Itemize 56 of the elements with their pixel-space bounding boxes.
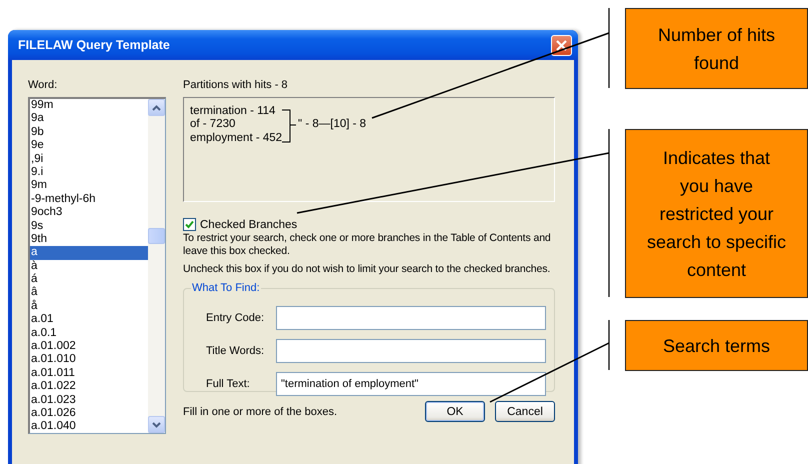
word-list-item[interactable]: 9och3 xyxy=(30,206,148,220)
close-icon xyxy=(555,38,568,52)
field-label: Entry Code: xyxy=(205,312,266,324)
word-list-item[interactable]: 9th xyxy=(30,232,148,246)
dialog-button[interactable]: Cancel xyxy=(495,401,555,422)
word-list-item[interactable]: 9s xyxy=(30,220,148,233)
callout-box: Number of hits found xyxy=(625,8,808,89)
help-text: To restrict your search, check one or more branches in the Table of Contents and leave this box checked. xyxy=(183,232,552,258)
checked-branches-label: Checked Branches xyxy=(200,218,298,230)
word-list-item[interactable]: â xyxy=(30,286,148,300)
group-title: What To Find: xyxy=(191,282,261,294)
field-label: Title Words: xyxy=(205,344,266,356)
search-term-count: of - 7230 xyxy=(190,118,236,132)
word-list-item[interactable]: 9b xyxy=(30,126,148,140)
partitions-label: Partitions with hits - 8 xyxy=(183,79,289,91)
word-list-item[interactable]: å xyxy=(30,300,148,314)
word-list-item[interactable]: a.01.010 xyxy=(30,353,148,367)
word-list-item[interactable]: a.01.040 xyxy=(30,420,148,433)
word-list-item[interactable]: 9m xyxy=(30,179,148,193)
word-label: Word: xyxy=(28,79,58,91)
word-list-item[interactable]: -9-methyl-6h xyxy=(30,192,148,206)
help-text: Uncheck this box if you do not wish to limit your search to the checked branches. xyxy=(183,263,552,276)
word-list-item[interactable]: a xyxy=(30,246,148,260)
callout-box: Indicates that you have restricted your search to specific content xyxy=(625,129,808,298)
word-list-item[interactable]: 9e xyxy=(30,139,148,153)
hits-result: " - 8—[10] - 8 xyxy=(298,118,366,130)
text-field[interactable] xyxy=(276,338,546,362)
word-list-item[interactable]: a.01.022 xyxy=(30,380,148,394)
text-field[interactable]: "termination of employment" xyxy=(276,372,546,396)
footer-hint: Fill in one or more of the boxes. xyxy=(183,406,338,418)
word-list-item[interactable]: ,9i xyxy=(30,152,148,166)
merge-bracket-icon xyxy=(282,109,298,143)
word-list-item[interactable]: a.0.1 xyxy=(30,326,148,340)
scroll-down-button[interactable] xyxy=(148,416,165,433)
word-list-item[interactable]: a.01 xyxy=(30,313,148,327)
dialog-button[interactable]: OK xyxy=(425,401,485,422)
scroll-up-button[interactable] xyxy=(148,99,165,116)
word-list-item[interactable]: a.01.011 xyxy=(30,366,148,380)
word-list-item[interactable]: á xyxy=(30,273,148,286)
word-list-item[interactable]: a.01.026 xyxy=(30,406,148,420)
scrollbar[interactable] xyxy=(148,99,165,433)
checked-branches-checkbox[interactable] xyxy=(183,218,196,231)
close-button[interactable] xyxy=(551,34,572,56)
word-list-item[interactable]: 9a xyxy=(30,112,148,126)
window-title: FILELAW Query Template xyxy=(18,38,170,52)
word-list-item[interactable]: a.01.002 xyxy=(30,340,148,354)
search-term-count: employment - 452 xyxy=(190,132,282,146)
word-list-item[interactable]: 99m xyxy=(30,99,148,112)
field-label: Full Text: xyxy=(205,378,251,390)
word-list-item[interactable]: à xyxy=(30,260,148,274)
word-list-item[interactable]: a.01.023 xyxy=(30,394,148,407)
text-field[interactable] xyxy=(276,306,546,330)
callout-box: Search terms xyxy=(625,320,808,371)
word-list-item[interactable]: 9.i xyxy=(30,166,148,180)
search-term-count: termination - 114 xyxy=(190,105,276,118)
scroll-thumb[interactable] xyxy=(148,228,165,244)
